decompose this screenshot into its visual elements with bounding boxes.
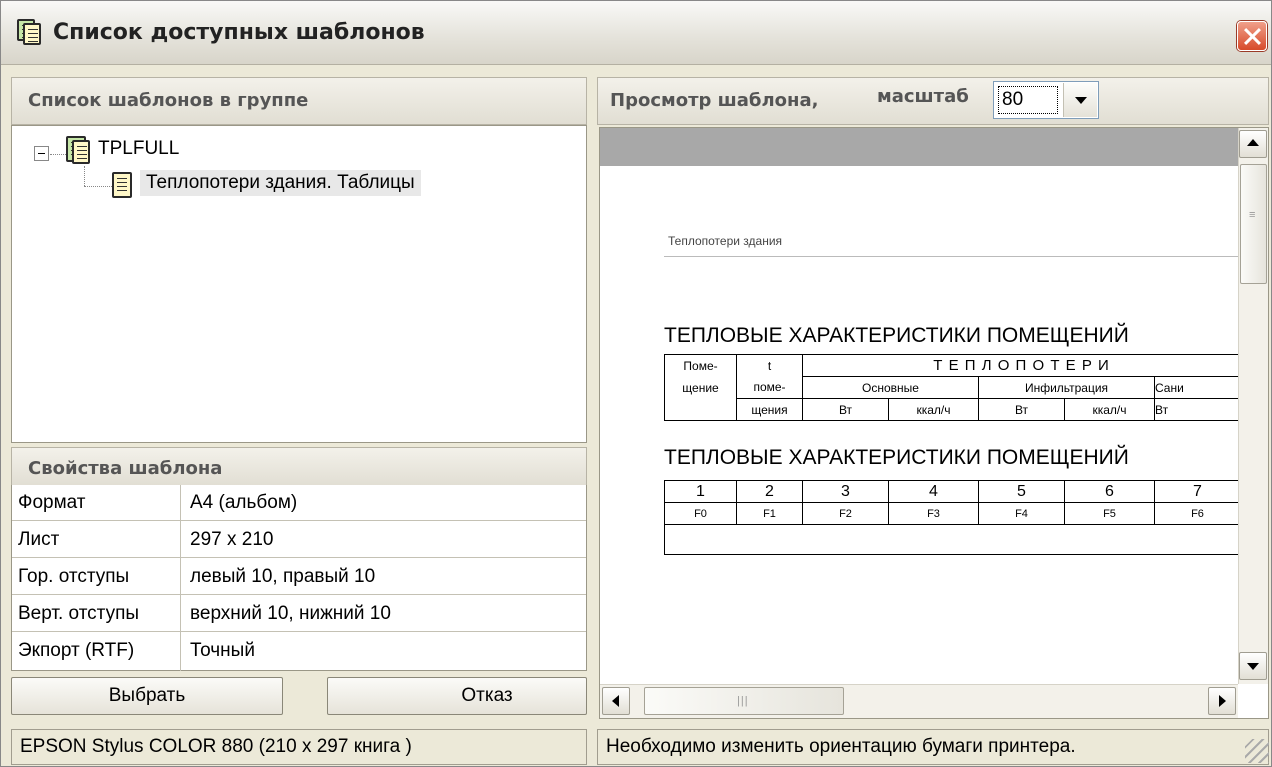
scroll-down-icon[interactable] — [1239, 652, 1267, 680]
prop-key: Гор. отступы — [18, 566, 130, 587]
field-cell: F4 — [978, 502, 1065, 525]
field-cell: F0 — [664, 502, 737, 525]
tree-item-heatloss-tables[interactable]: Теплопотери здания. Таблицы — [140, 170, 421, 196]
header-table: Поме- t Т Е П Л О П О Т Е Р И щение поме… — [664, 354, 1242, 421]
field-cell: F2 — [802, 502, 889, 525]
field-cell: F6 — [1154, 502, 1241, 525]
table-cell: ккал/ч — [888, 398, 979, 421]
table-cell: ккал/ч — [1064, 398, 1155, 421]
table-cell: Вт — [978, 398, 1065, 421]
data-table: 1 2 3 4 5 6 7 F0 F1 F2 F3 F4 F5 F6 — [664, 480, 1241, 555]
template-group-header: Список шаблонов в группе — [11, 77, 587, 125]
orientation-status: Необходимо изменить ориентацию бумаги пр… — [597, 729, 1269, 765]
prop-key: Экпорт (RTF) — [18, 640, 135, 661]
table-cell — [664, 398, 737, 421]
prop-key: Лист — [18, 529, 60, 550]
zoom-select[interactable]: 80 — [993, 81, 1099, 119]
column-number: 7 — [1154, 480, 1241, 503]
tree-connector — [50, 154, 66, 155]
table-cell: Инфильтрация — [978, 376, 1155, 399]
table-cell: поме- — [736, 376, 803, 399]
template-properties-header: Свойства шаблона — [11, 447, 587, 487]
field-cell: F3 — [888, 502, 979, 525]
column-number: 1 — [664, 480, 737, 503]
scroll-up-icon[interactable] — [1239, 130, 1267, 158]
scroll-right-icon[interactable] — [1208, 687, 1236, 715]
horizontal-scroll-thumb[interactable]: ||| — [644, 687, 844, 715]
prop-row-export: Экпорт (RTF) Точный — [12, 633, 586, 669]
prop-row-horizontal-margins: Гор. отступы левый 10, правый 10 — [12, 559, 586, 595]
field-cell: F1 — [736, 502, 803, 525]
vertical-scrollbar[interactable]: ≡ — [1238, 128, 1268, 684]
horizontal-scrollbar[interactable]: ||| — [600, 684, 1238, 718]
prop-key: Верт. отступы — [18, 603, 140, 624]
table-cell: Вт — [802, 398, 889, 421]
page-header-rule — [664, 256, 1238, 257]
tree-connector — [84, 166, 85, 186]
table-cell: Т Е П Л О П О Т Е Р И — [801, 354, 1242, 377]
printer-status: EPSON Stylus COLOR 880 (210 x 297 книга … — [11, 729, 587, 765]
scroll-left-icon[interactable] — [602, 687, 630, 715]
template-list-icon — [17, 19, 43, 47]
grip-icon: ||| — [737, 695, 749, 707]
table-cell: t — [736, 354, 803, 377]
prop-value: левый 10, правый 10 — [190, 566, 376, 587]
page-gap — [600, 128, 1238, 166]
collapse-toggle[interactable] — [34, 146, 49, 161]
prop-row-format: Формат А4 (альбом) — [12, 485, 586, 521]
group-doc-icon — [72, 140, 90, 164]
table-cell: Вт — [1153, 398, 1242, 421]
cancel-button[interactable]: Отказ — [327, 677, 587, 715]
column-number: 4 — [888, 480, 979, 503]
page-header-text: Теплопотери здания — [668, 234, 783, 248]
prop-row-sheet: Лист 297 x 210 — [12, 522, 586, 558]
table-cell: щение — [664, 376, 737, 399]
tree-connector — [84, 186, 112, 187]
table-title: ТЕПЛОВЫЕ ХАРАКТЕРИСТИКИ ПОМЕЩЕНИЙ — [664, 324, 1129, 347]
table-cell: щения — [736, 398, 803, 421]
column-number: 5 — [978, 480, 1065, 503]
vertical-scroll-thumb[interactable]: ≡ — [1240, 164, 1267, 284]
table-cell: Поме- — [664, 354, 737, 377]
field-cell: F5 — [1064, 502, 1155, 525]
template-properties-table: Формат А4 (альбом) Лист 297 x 210 Гор. о… — [11, 485, 587, 671]
table-cell: Основные — [802, 376, 979, 399]
template-list-window: Список доступных шаблонов Список шаблоно… — [0, 0, 1272, 767]
title-bar: Список доступных шаблонов — [1, 1, 1271, 65]
template-doc-icon — [112, 172, 132, 198]
prop-value: 297 x 210 — [190, 529, 274, 550]
preview-title: Просмотр шаблона, — [610, 90, 819, 111]
chevron-down-icon[interactable] — [1063, 83, 1097, 117]
doc-front-icon — [23, 23, 41, 45]
column-number: 2 — [736, 480, 803, 503]
close-button[interactable] — [1237, 21, 1267, 51]
template-tree[interactable]: TPLFULL Теплопотери здания. Таблицы — [11, 125, 587, 443]
prop-value: А4 (альбом) — [190, 492, 298, 513]
zoom-value[interactable]: 80 — [998, 86, 1058, 114]
zoom-label: масштаб — [877, 86, 969, 107]
column-number: 3 — [802, 480, 889, 503]
table-title: ТЕПЛОВЫЕ ХАРАКТЕРИСТИКИ ПОМЕЩЕНИЙ — [664, 446, 1129, 469]
tree-item-tplfull[interactable]: TPLFULL — [98, 138, 179, 160]
prop-key: Формат — [18, 492, 86, 513]
table-cell: Сани — [1153, 376, 1242, 399]
window-title: Список доступных шаблонов — [53, 20, 425, 45]
empty-row — [664, 524, 1241, 555]
column-number: 6 — [1064, 480, 1155, 503]
template-preview: Теплопотери здания ТЕПЛОВЫЕ ХАРАКТЕРИСТИ… — [599, 127, 1269, 719]
resize-grip-icon[interactable] — [1245, 739, 1269, 763]
prop-value: Точный — [190, 640, 255, 661]
prop-row-vertical-margins: Верт. отступы верхний 10, нижний 10 — [12, 596, 586, 632]
grip-icon: ≡ — [1249, 209, 1257, 221]
select-button[interactable]: Выбрать — [11, 677, 283, 715]
prop-value: верхний 10, нижний 10 — [190, 603, 391, 624]
